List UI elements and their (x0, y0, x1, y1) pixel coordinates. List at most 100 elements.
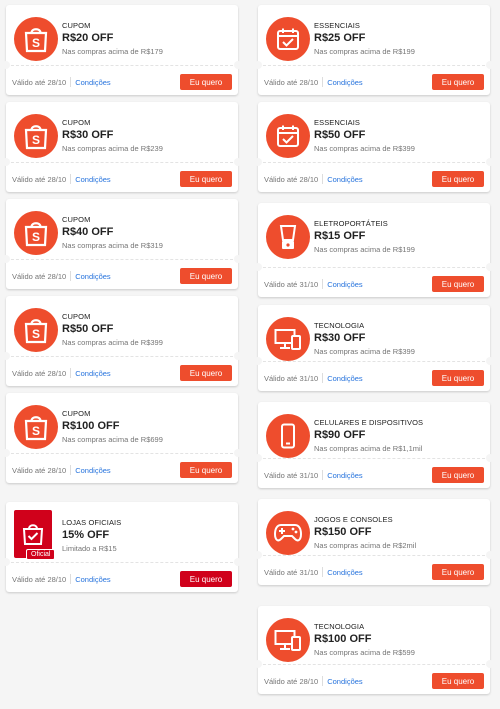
coupon-card-3: ELETROPORTÁTEIS R$15 OFF Nas compras aci… (254, 203, 494, 297)
coupon-card-5: S CUPOM R$100 OFF Nas compras acima de R… (2, 393, 242, 483)
coupon-condition: Nas compras acima de R$399 (314, 347, 415, 356)
ticket-notch-right (486, 158, 494, 166)
coupon-divider (6, 356, 238, 357)
conditions-link[interactable]: Condições (327, 374, 362, 383)
coupon-category: CUPOM (62, 21, 91, 30)
claim-coupon-button[interactable]: Eu quero (432, 276, 484, 292)
conditions-link[interactable]: Condições (75, 466, 110, 475)
footer-separator (322, 567, 324, 577)
svg-text:S: S (32, 327, 40, 341)
claim-coupon-button[interactable]: Eu quero (180, 74, 232, 90)
coupon-validity: Válido até 31/10 (264, 279, 319, 289)
coupon-info: CELULARES E DISPOSITIVOS R$90 OFF Nas co… (314, 418, 482, 454)
blender-icon (266, 215, 310, 259)
coupon-amount: R$100 OFF (314, 633, 372, 645)
ticket-notch-left (2, 255, 10, 263)
coupon-divider (6, 453, 238, 454)
coupon-card-5: CELULARES E DISPOSITIVOS R$90 OFF Nas co… (254, 402, 494, 488)
claim-coupon-button[interactable]: Eu quero (432, 370, 484, 386)
coupon-condition: Nas compras acima de R$2mil (314, 541, 417, 550)
coupon-card-1: ESSENCIAIS R$25 OFF Nas compras acima de… (254, 5, 494, 95)
coupon-amount: R$30 OFF (314, 332, 366, 344)
claim-coupon-button[interactable]: Eu quero (432, 564, 484, 580)
coupon-condition: Nas compras acima de R$199 (314, 47, 415, 56)
coupon-condition: Nas compras acima de R$179 (62, 47, 163, 56)
coupon-validity: Válido até 28/10 (264, 174, 319, 184)
conditions-link[interactable]: Condições (327, 471, 362, 480)
coupon-category: ESSENCIAIS (314, 118, 361, 127)
coupon-amount: R$30 OFF (62, 129, 114, 141)
claim-coupon-button[interactable]: Eu quero (432, 467, 484, 483)
claim-coupon-button[interactable]: Eu quero (180, 268, 232, 284)
claim-coupon-button[interactable]: Eu quero (180, 462, 232, 478)
ticket-notch-left (254, 660, 262, 668)
conditions-link[interactable]: Condições (327, 568, 362, 577)
conditions-link[interactable]: Condições (327, 677, 362, 686)
coupon-condition: Nas compras acima de R$399 (62, 338, 163, 347)
coupon-validity: Válido até 28/10 (12, 465, 67, 475)
conditions-link[interactable]: Condições (327, 280, 362, 289)
ticket-notch-right (486, 263, 494, 271)
coupon-header: Oficial LOJAS OFICIAIS 15% OFF Limitado … (6, 502, 238, 566)
footer-separator (322, 174, 324, 184)
conditions-link[interactable]: Condições (75, 175, 110, 184)
footer-separator (70, 368, 72, 378)
coupon-amount: R$25 OFF (314, 32, 366, 44)
coupon-header: S CUPOM R$100 OFF Nas compras acima de R… (6, 393, 238, 457)
gamepad-icon (266, 511, 310, 555)
coupon-card-2: ESSENCIAIS R$50 OFF Nas compras acima de… (254, 102, 494, 192)
conditions-link[interactable]: Condições (75, 272, 110, 281)
footer-separator (322, 77, 324, 87)
coupon-divider (258, 555, 490, 556)
footer-separator (70, 174, 72, 184)
ticket-notch-right (234, 61, 242, 69)
official-store-icon: Oficial (14, 510, 56, 560)
coupon-divider (258, 361, 490, 362)
coupon-info: ESSENCIAIS R$50 OFF Nas compras acima de… (314, 118, 482, 154)
coupon-divider (258, 162, 490, 163)
ticket-notch-right (486, 454, 494, 462)
claim-coupon-button[interactable]: Eu quero (432, 74, 484, 90)
official-badge: Oficial (26, 549, 56, 560)
coupon-info: ESSENCIAIS R$25 OFF Nas compras acima de… (314, 21, 482, 57)
smartphone-icon (266, 414, 310, 458)
claim-coupon-button[interactable]: Eu quero (432, 673, 484, 689)
conditions-link[interactable]: Condições (75, 369, 110, 378)
coupon-info: LOJAS OFICIAIS 15% OFF Limitado a R$15 (62, 518, 230, 554)
coupon-header: CELULARES E DISPOSITIVOS R$90 OFF Nas co… (258, 402, 490, 466)
conditions-link[interactable]: Condições (75, 78, 110, 87)
shopping-bag-icon: S (14, 308, 58, 352)
footer-separator (70, 77, 72, 87)
devices-icon (266, 317, 310, 361)
ticket-notch-right (234, 352, 242, 360)
coupon-header: S CUPOM R$20 OFF Nas compras acima de R$… (6, 5, 238, 69)
claim-coupon-button[interactable]: Eu quero (180, 171, 232, 187)
claim-coupon-button[interactable]: Eu quero (180, 365, 232, 381)
claim-coupon-button[interactable]: Eu quero (180, 571, 232, 587)
coupon-info: TECNOLOGIA R$30 OFF Nas compras acima de… (314, 321, 482, 357)
conditions-link[interactable]: Condições (327, 175, 362, 184)
svg-text:S: S (32, 424, 40, 438)
ticket-notch-right (486, 61, 494, 69)
footer-separator (322, 279, 324, 289)
footer-separator (70, 465, 72, 475)
shopping-bag-icon: S (14, 211, 58, 255)
conditions-link[interactable]: Condições (327, 78, 362, 87)
coupon-category: TECNOLOGIA (314, 622, 365, 631)
coupon-amount: R$40 OFF (62, 226, 114, 238)
claim-coupon-button[interactable]: Eu quero (432, 171, 484, 187)
footer-separator (322, 373, 324, 383)
ticket-notch-left (254, 158, 262, 166)
svg-text:S: S (32, 133, 40, 147)
conditions-link[interactable]: Condições (75, 575, 110, 584)
coupon-info: ELETROPORTÁTEIS R$15 OFF Nas compras aci… (314, 219, 482, 255)
coupon-divider (258, 458, 490, 459)
coupon-info: TECNOLOGIA R$100 OFF Nas compras acima d… (314, 622, 482, 658)
coupon-category: CELULARES E DISPOSITIVOS (314, 418, 424, 427)
coupon-amount: R$100 OFF (62, 420, 120, 432)
calendar-check-icon (266, 114, 310, 158)
ticket-notch-left (2, 61, 10, 69)
coupon-validity: Válido até 28/10 (12, 574, 67, 584)
coupon-card-6: Oficial LOJAS OFICIAIS 15% OFF Limitado … (2, 502, 242, 592)
coupon-validity: Válido até 31/10 (264, 373, 319, 383)
